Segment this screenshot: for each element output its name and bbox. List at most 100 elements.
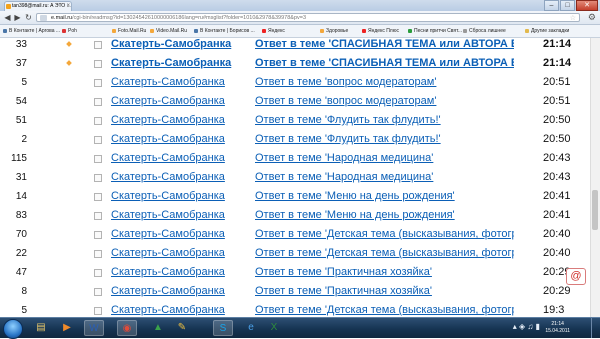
tab-close-icon[interactable]: × <box>66 2 70 11</box>
help-button[interactable]: @ <box>566 268 586 285</box>
message-checkbox[interactable] <box>94 155 102 163</box>
bookmark-item[interactable]: Сброса лишнее <box>463 25 506 37</box>
message-subject-link[interactable]: Ответ в теме 'СПАСИБНАЯ ТЕМА или АВТОРА … <box>255 54 514 73</box>
message-row[interactable]: 37 Скатерть-Самобранка Ответ в теме 'СПАСИ… <box>0 54 590 73</box>
back-icon[interactable]: ◀ <box>3 13 12 22</box>
message-row[interactable]: 5 Скатерть-Самобранка Ответ в теме 'Детска… <box>0 301 590 317</box>
bookmark-item[interactable]: Песни притчи Свят... <box>408 25 462 37</box>
reload-icon[interactable]: ↻ <box>24 13 33 22</box>
excel-icon[interactable]: X <box>264 320 284 336</box>
page-info-icon[interactable] <box>40 15 47 21</box>
message-subject-link[interactable]: Ответ в теме 'вопрос модераторам' <box>255 92 514 111</box>
word-icon[interactable]: W <box>84 320 104 336</box>
message-author-link[interactable]: Скатерть-Самобранка <box>111 130 246 149</box>
ie-icon[interactable]: e <box>241 320 261 336</box>
bookmark-star-icon[interactable]: ☆ <box>570 14 576 21</box>
message-checkbox[interactable] <box>94 98 102 106</box>
browser-tab[interactable]: tan398@mail.ru: А ЭТО ... × <box>4 1 72 11</box>
message-row[interactable]: 8 Скатерть-Самобранка Ответ в теме 'Практи… <box>0 282 590 301</box>
message-checkbox[interactable] <box>94 193 102 201</box>
message-subject-link[interactable]: Ответ в теме 'Практичная хозяйка' <box>255 263 514 282</box>
message-checkbox[interactable] <box>94 307 102 315</box>
message-row[interactable]: 14 Скатерть-Самобранка Ответ в теме 'Меню … <box>0 187 590 206</box>
message-row[interactable]: 22 Скатерть-Самобранка Ответ в теме 'Детск… <box>0 244 590 263</box>
message-author-link[interactable]: Скатерть-Самобранка <box>111 73 246 92</box>
bookmark-item[interactable]: В Контакте | Аргова ... <box>3 25 60 37</box>
maximize-button[interactable]: □ <box>560 0 575 11</box>
message-subject-link[interactable]: Ответ в теме 'СПАСИБНАЯ ТЕМА или АВТОРА … <box>255 38 514 54</box>
message-subject-link[interactable]: Ответ в теме 'Детская тема (высказывания… <box>255 225 514 244</box>
message-subject-link[interactable]: Ответ в теме 'Народная медицина' <box>255 149 514 168</box>
message-author-link[interactable]: Скатерть-Самобранка <box>111 206 246 225</box>
bookmark-item[interactable]: Video.Mail.Ru <box>150 25 187 37</box>
message-author-link[interactable]: Скатерть-Самобранка <box>111 54 246 73</box>
message-subject-link[interactable]: Ответ в теме 'Народная медицина' <box>255 168 514 187</box>
message-checkbox[interactable] <box>94 136 102 144</box>
clock[interactable]: 21:14 15.04.2011 <box>545 321 570 335</box>
bookmark-item[interactable]: В Контакте | Борисов ... <box>194 25 255 37</box>
message-author-link[interactable]: Скатерть-Самобранка <box>111 149 246 168</box>
message-row[interactable]: 70 Скатерть-Самобранка Ответ в теме 'Детск… <box>0 225 590 244</box>
message-row[interactable]: 83 Скатерть-Самобранка Ответ в теме 'Меню … <box>0 206 590 225</box>
bookmark-item[interactable]: Foto.Mail.Ru <box>112 25 146 37</box>
message-subject-link[interactable]: Ответ в теме 'Детская тема (высказывания… <box>255 301 514 317</box>
wrench-menu-icon[interactable]: ⚙ <box>588 12 596 23</box>
message-checkbox[interactable] <box>94 117 102 125</box>
address-bar[interactable]: e.mail.ru/cgi-bin/readmsg?id=13024542610… <box>36 13 580 22</box>
message-author-link[interactable]: Скатерть-Самобранка <box>111 111 246 130</box>
paint-icon[interactable]: ✎ <box>172 320 192 336</box>
message-row[interactable]: 2 Скатерть-Самобранка Ответ в теме 'Флудит… <box>0 130 590 149</box>
system-tray-icons[interactable]: ▴ ◈ ♫ ▮ <box>513 322 540 331</box>
forward-icon[interactable]: ▶ <box>13 13 22 22</box>
message-checkbox[interactable] <box>94 250 102 258</box>
message-row[interactable]: 33 Скатерть-Самобранка Ответ в теме 'СПАСИ… <box>0 38 590 54</box>
drive-icon[interactable]: ▲ <box>148 320 168 336</box>
message-author-link[interactable]: Скатерть-Самобранка <box>111 263 246 282</box>
flag-icon[interactable] <box>66 60 72 66</box>
bookmark-item[interactable]: Poh <box>62 25 77 37</box>
scrollbar-thumb[interactable] <box>592 190 598 230</box>
message-author-link[interactable]: Скатерть-Самобранка <box>111 301 246 317</box>
message-subject-link[interactable]: Ответ в теме 'Меню на день рождения' <box>255 187 514 206</box>
message-subject-link[interactable]: Ответ в теме 'Флудить так флудить!' <box>255 111 514 130</box>
message-checkbox[interactable] <box>94 41 102 49</box>
message-checkbox[interactable] <box>94 212 102 220</box>
message-subject-link[interactable]: Ответ в теме 'Флудить так флудить!' <box>255 130 514 149</box>
flag-icon[interactable] <box>66 41 72 47</box>
message-row[interactable]: 115 Скатерть-Самобранка Ответ в теме 'Наро… <box>0 149 590 168</box>
message-author-link[interactable]: Скатерть-Самобранка <box>111 38 246 54</box>
media-player-icon[interactable]: ▶ <box>57 320 77 336</box>
message-checkbox[interactable] <box>94 269 102 277</box>
chrome-icon[interactable]: ◉ <box>117 320 137 336</box>
message-checkbox[interactable] <box>94 79 102 87</box>
message-checkbox[interactable] <box>94 231 102 239</box>
vertical-scrollbar[interactable] <box>590 38 600 317</box>
message-row[interactable]: 54 Скатерть-Самобранка Ответ в теме 'вопро… <box>0 92 590 111</box>
message-row[interactable]: 31 Скатерть-Самобранка Ответ в теме 'Народ… <box>0 168 590 187</box>
message-subject-link[interactable]: Ответ в теме 'вопрос модераторам' <box>255 73 514 92</box>
message-author-link[interactable]: Скатерть-Самобранка <box>111 187 246 206</box>
bookmark-item[interactable]: Яндекс <box>262 25 285 37</box>
message-author-link[interactable]: Скатерть-Самобранка <box>111 168 246 187</box>
message-subject-link[interactable]: Ответ в теме 'Детская тема (высказывания… <box>255 244 514 263</box>
message-row[interactable]: 51 Скатерть-Самобранка Ответ в теме 'Флуди… <box>0 111 590 130</box>
message-checkbox[interactable] <box>94 288 102 296</box>
bookmark-item[interactable]: Другие закладки <box>525 25 569 37</box>
message-subject-link[interactable]: Ответ в теме 'Меню на день рождения' <box>255 206 514 225</box>
minimize-button[interactable]: – <box>544 0 559 11</box>
show-desktop-button[interactable] <box>591 318 600 338</box>
bookmark-item[interactable]: Здоровье <box>320 25 348 37</box>
explorer-icon[interactable]: ▤ <box>31 320 51 336</box>
bookmark-item[interactable]: Яндекс Плюс <box>362 25 399 37</box>
message-subject-link[interactable]: Ответ в теме 'Практичная хозяйка' <box>255 282 514 301</box>
message-author-link[interactable]: Скатерть-Самобранка <box>111 92 246 111</box>
close-window-button[interactable]: ✕ <box>576 0 598 11</box>
message-author-link[interactable]: Скатерть-Самобранка <box>111 225 246 244</box>
message-row[interactable]: 5 Скатерть-Самобранка Ответ в теме 'вопрос… <box>0 73 590 92</box>
message-checkbox[interactable] <box>94 174 102 182</box>
start-button[interactable] <box>3 319 23 339</box>
message-checkbox[interactable] <box>94 60 102 68</box>
message-author-link[interactable]: Скатерть-Самобранка <box>111 244 246 263</box>
message-author-link[interactable]: Скатерть-Самобранка <box>111 282 246 301</box>
message-row[interactable]: 47 Скатерть-Самобранка Ответ в теме 'Практ… <box>0 263 590 282</box>
